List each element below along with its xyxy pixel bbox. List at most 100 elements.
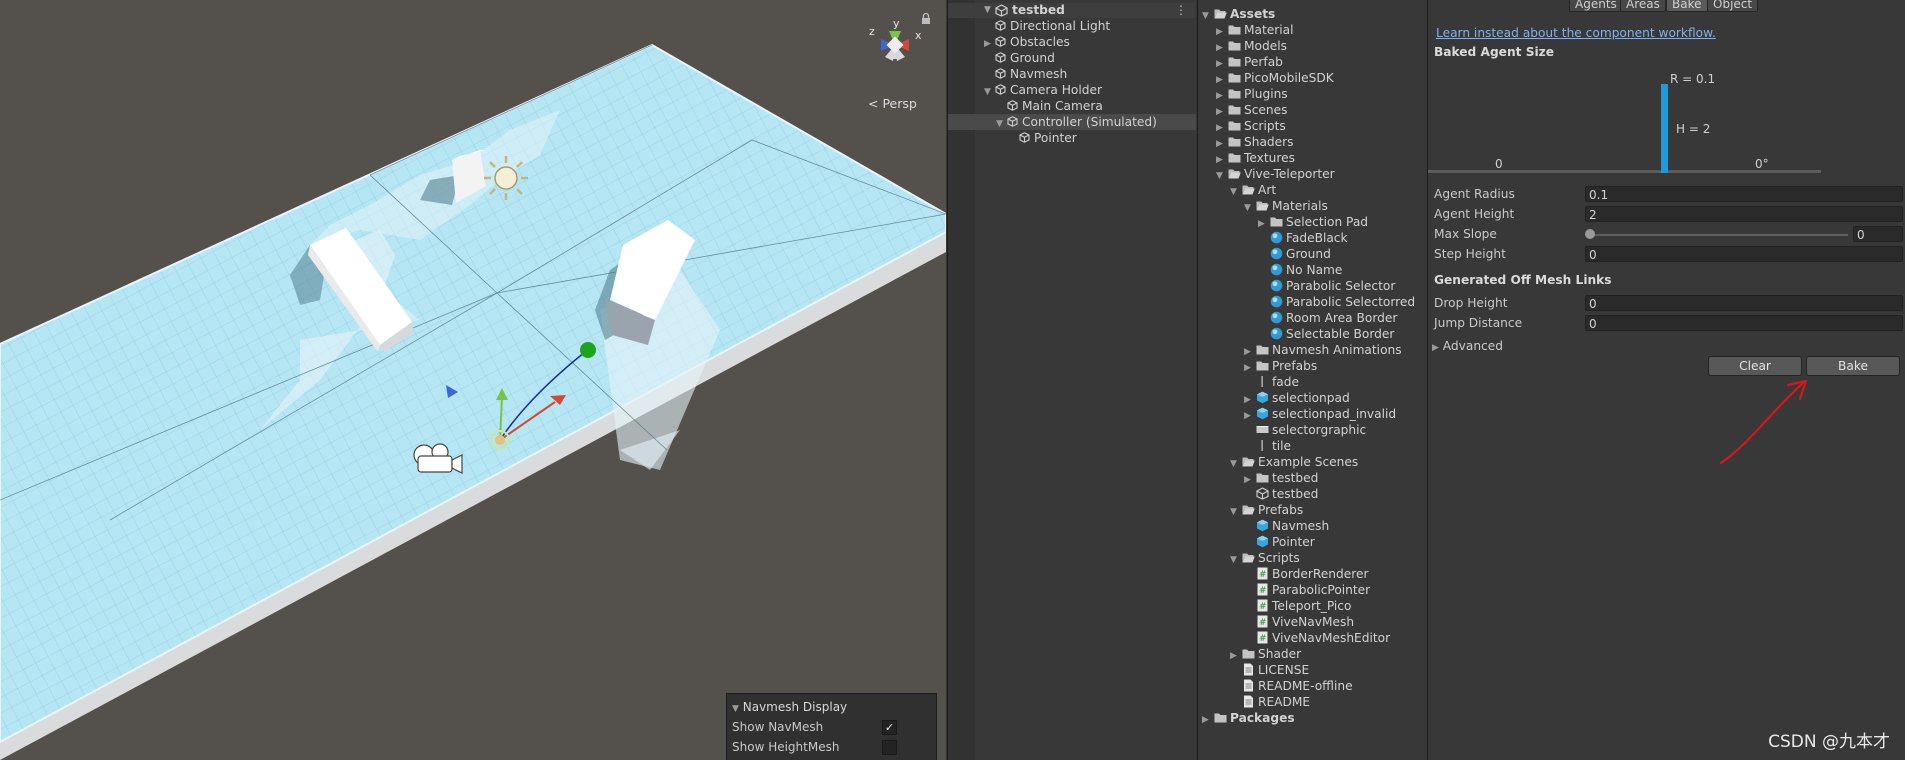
expand-arrow-down-icon[interactable]: ▼	[984, 84, 995, 100]
expand-arrow-down-icon[interactable]: ▼	[1230, 504, 1242, 520]
gameobject-icon	[995, 68, 1006, 79]
show-navmesh-checkbox[interactable]: ✓	[882, 720, 897, 735]
tab-agents[interactable]: Agents	[1569, 0, 1623, 12]
project-item[interactable]: selectorgraphic	[1244, 422, 1366, 438]
tab-areas[interactable]: Areas	[1620, 0, 1666, 12]
max-slope-slider-track[interactable]	[1588, 234, 1848, 236]
expand-arrow-down-icon[interactable]: ▼	[1202, 8, 1214, 24]
project-item[interactable]: ▶ Models	[1216, 38, 1287, 54]
hierarchy-scene-root[interactable]: ▼ testbed ⋮	[948, 3, 1195, 18]
project-item[interactable]: testbed	[1244, 486, 1318, 502]
project-item[interactable]: Selectable Border	[1258, 326, 1394, 342]
slope-degree-label: 0°	[1755, 157, 1769, 171]
scene-view[interactable]: y z x < Persp ▼ Navmesh Display Show Nav…	[0, 0, 946, 760]
agent-height-input[interactable]: 2	[1585, 206, 1903, 222]
project-item[interactable]: Parabolic Selector	[1258, 278, 1395, 294]
project-item[interactable]: ▶ Packages	[1202, 710, 1295, 726]
jump-distance-input[interactable]: 0	[1585, 315, 1903, 331]
clear-button[interactable]: Clear	[1708, 356, 1802, 376]
project-item[interactable]: ▶ selectionpad	[1244, 390, 1350, 406]
project-item[interactable]: tile	[1244, 438, 1291, 454]
project-item-label: selectionpad_invalid	[1272, 407, 1397, 421]
project-item[interactable]: FadeBlack	[1258, 230, 1348, 246]
project-item-label: Perfab	[1244, 55, 1283, 69]
step-height-input[interactable]: 0	[1585, 246, 1903, 262]
project-item-label: BorderRenderer	[1272, 567, 1369, 581]
orientation-gizmo[interactable]: y z x	[869, 17, 922, 61]
kebab-menu-icon[interactable]: ⋮	[1175, 3, 1187, 18]
hierarchy-item[interactable]: ▼ Camera Holder	[984, 82, 1102, 98]
hierarchy-item[interactable]: Main Camera	[996, 98, 1103, 114]
hierarchy-item[interactable]: ▼ Controller (Simulated)	[996, 114, 1157, 130]
project-item[interactable]: ▼ Scripts	[1230, 550, 1300, 566]
project-item[interactable]: Room Area Border	[1258, 310, 1397, 326]
project-item[interactable]: ▶ Shaders	[1216, 134, 1294, 150]
project-item[interactable]: ▼ Prefabs	[1230, 502, 1303, 518]
project-item[interactable]: ▼ Art	[1230, 182, 1276, 198]
scene-viewport[interactable]: y z x	[0, 0, 946, 760]
project-item[interactable]: # Teleport_Pico	[1244, 598, 1351, 614]
expand-arrow-down-icon[interactable]: ▼	[1244, 200, 1256, 216]
project-item[interactable]: Parabolic Selectorred	[1258, 294, 1415, 310]
project-item-label: tile	[1272, 439, 1292, 453]
bake-button[interactable]: Bake	[1806, 356, 1900, 376]
expand-arrow-down-icon[interactable]: ▼	[996, 116, 1007, 132]
agent-radius-input[interactable]: 0.1	[1585, 186, 1903, 202]
project-item[interactable]: Navmesh	[1244, 518, 1329, 534]
tab-bake[interactable]: Bake	[1666, 0, 1708, 12]
tab-object[interactable]: Object	[1707, 0, 1759, 12]
project-item[interactable]: ▶ Navmesh Animations	[1244, 342, 1402, 358]
drop-height-input[interactable]: 0	[1585, 295, 1903, 311]
project-item[interactable]: ▶ Scenes	[1216, 102, 1288, 118]
project-item[interactable]: Ground	[1258, 246, 1331, 262]
folder-icon	[1256, 359, 1269, 372]
expand-arrow-down-icon[interactable]: ▼	[1230, 184, 1242, 200]
perspective-toggle[interactable]: < Persp	[868, 96, 917, 111]
hierarchy-item[interactable]: Navmesh	[984, 66, 1067, 82]
project-item-label: Selection Pad	[1286, 215, 1369, 229]
expand-arrow-right-icon[interactable]: ▶	[1202, 712, 1214, 728]
project-item[interactable]: ▶ PicoMobileSDK	[1216, 70, 1334, 86]
hierarchy-item[interactable]: Pointer	[1008, 130, 1077, 146]
max-slope-slider-handle[interactable]	[1585, 229, 1595, 239]
script-icon: #	[1256, 583, 1269, 596]
project-item[interactable]: ▼ Example Scenes	[1230, 454, 1358, 470]
hierarchy-item[interactable]: Directional Light	[984, 18, 1110, 34]
project-item[interactable]: ▼ Vive-Teleporter	[1216, 166, 1335, 182]
project-item[interactable]: README	[1230, 694, 1310, 710]
project-item[interactable]: ▼ Materials	[1244, 198, 1328, 214]
project-item[interactable]: # BorderRenderer	[1244, 566, 1369, 582]
project-item[interactable]: ▶ Selection Pad	[1258, 214, 1368, 230]
project-item[interactable]: ▶ Textures	[1216, 150, 1295, 166]
project-item[interactable]: ▶ Plugins	[1216, 86, 1288, 102]
project-item[interactable]: ▶ Perfab	[1216, 54, 1283, 70]
project-item[interactable]: README-offline	[1230, 678, 1353, 694]
navmesh-display-header[interactable]: ▼ Navmesh Display	[732, 700, 847, 714]
component-workflow-link[interactable]: Learn instead about the component workfl…	[1436, 26, 1716, 40]
hierarchy-item[interactable]: Ground	[984, 50, 1055, 66]
project-item[interactable]: LICENSE	[1230, 662, 1309, 678]
svg-text:#: #	[1259, 570, 1267, 580]
project-item[interactable]: # ViveNavMeshEditor	[1244, 630, 1390, 646]
project-item[interactable]: ▶ Shader	[1230, 646, 1301, 662]
project-item[interactable]: # ViveNavMesh	[1244, 614, 1354, 630]
material-icon	[1270, 279, 1283, 292]
project-item[interactable]: ▶ Material	[1216, 22, 1294, 38]
project-item[interactable]: ▶ Prefabs	[1244, 358, 1317, 374]
project-item[interactable]: ▶ testbed	[1244, 470, 1318, 486]
advanced-foldout[interactable]: ▶ Advanced	[1432, 339, 1503, 353]
show-heightmesh-checkbox[interactable]	[882, 740, 897, 755]
project-item[interactable]: Pointer	[1244, 534, 1315, 550]
project-item[interactable]: ▶ selectionpad_invalid	[1244, 406, 1396, 422]
hierarchy-item[interactable]: ▶ Obstacles	[984, 34, 1070, 50]
project-item[interactable]: No Name	[1258, 262, 1342, 278]
project-item[interactable]: ▼ Assets	[1202, 6, 1275, 22]
watermark: CSDN @九本才	[1768, 732, 1890, 752]
expand-arrow-down-icon[interactable]: ▼	[1230, 456, 1242, 472]
project-item[interactable]: fade	[1244, 374, 1299, 390]
max-slope-input[interactable]: 0	[1853, 226, 1903, 242]
project-item[interactable]: # ParabolicPointer	[1244, 582, 1370, 598]
expand-arrow-down-icon[interactable]: ▼	[1216, 168, 1228, 184]
expand-arrow-down-icon[interactable]: ▼	[1230, 552, 1242, 568]
project-item[interactable]: ▶ Scripts	[1216, 118, 1286, 134]
